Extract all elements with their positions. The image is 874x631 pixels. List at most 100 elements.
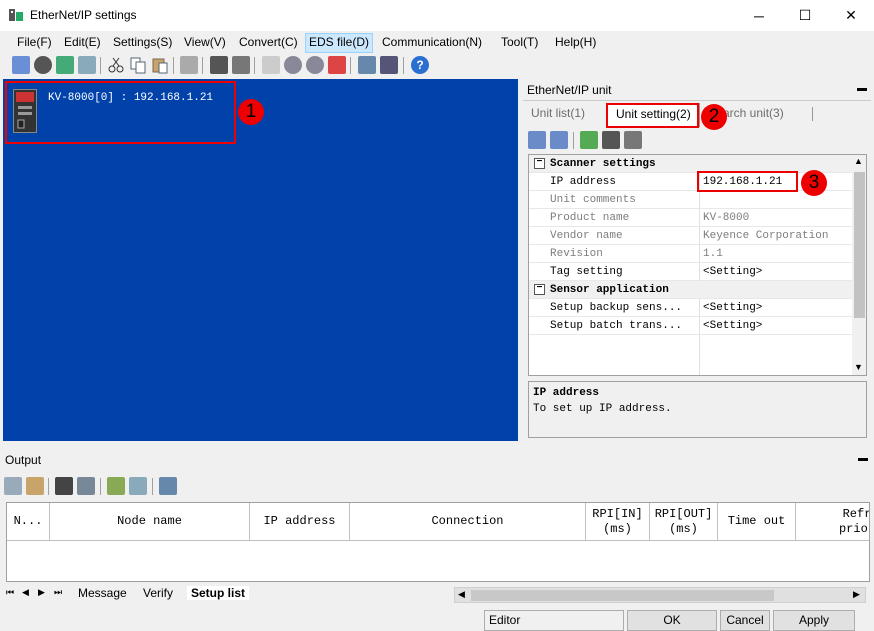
- column-rpi-out[interactable]: RPI[OUT] (ms): [650, 503, 718, 541]
- menu-bar: File(F) Edit(E) Settings(S) View(V) Conv…: [0, 31, 874, 53]
- output-toolbar: [0, 474, 874, 498]
- output-title: Output: [5, 453, 42, 467]
- property-row-tag-setting[interactable]: Tag setting <Setting>: [529, 263, 853, 281]
- network-icon[interactable]: [12, 56, 30, 74]
- menu-help[interactable]: Help(H): [552, 34, 599, 52]
- close-button[interactable]: ✕: [828, 0, 874, 31]
- minimize-button[interactable]: ─: [736, 0, 782, 31]
- main-toolbar: ?: [0, 53, 874, 79]
- csv-icon[interactable]: [129, 477, 147, 495]
- unit-icon[interactable]: [56, 56, 74, 74]
- callout-3: 3: [801, 170, 827, 196]
- property-row-vendor-name: Vendor name Keyence Corporation: [529, 227, 853, 245]
- property-row-unit-comments: Unit comments: [529, 191, 853, 209]
- paste-icon-2[interactable]: [26, 477, 44, 495]
- column-connection[interactable]: Connection: [350, 503, 586, 541]
- horizontal-scrollbar[interactable]: ◀ ▶: [454, 587, 866, 603]
- next-tab-icon[interactable]: ▶: [38, 587, 45, 598]
- scroll-down-icon[interactable]: ▼: [854, 362, 863, 372]
- unit-panel-title: EtherNet/IP unit: [527, 83, 612, 97]
- scrollbar-thumb[interactable]: [854, 172, 865, 318]
- collapse-icon[interactable]: −: [534, 284, 545, 295]
- paste-icon[interactable]: [151, 56, 169, 74]
- monitor-icon[interactable]: [78, 56, 96, 74]
- prev-tab-icon[interactable]: ◀: [22, 587, 29, 598]
- maximize-button[interactable]: ☐: [782, 0, 828, 31]
- tool-icon[interactable]: [380, 56, 398, 74]
- menu-eds-file[interactable]: EDS file(D): [305, 33, 374, 53]
- column-refresh-priority[interactable]: Refr prior: [796, 503, 869, 541]
- export-icon[interactable]: [107, 477, 125, 495]
- scroll-up-icon[interactable]: ▲: [854, 156, 863, 166]
- find-icon[interactable]: [55, 477, 73, 495]
- highlight-box-tab: [606, 103, 699, 128]
- cut-icon[interactable]: [107, 56, 125, 74]
- window-title: EtherNet/IP settings: [30, 8, 137, 22]
- column-node-name[interactable]: Node name: [50, 503, 250, 541]
- scroll-right-icon[interactable]: ▶: [853, 589, 860, 600]
- column-number[interactable]: N...: [7, 503, 50, 541]
- property-row-setup-backup[interactable]: Setup backup sens... <Setting>: [529, 299, 853, 317]
- sd-icon[interactable]: [602, 131, 620, 149]
- delete-icon[interactable]: [180, 56, 198, 74]
- column-rpi-in[interactable]: RPI[IN] (ms): [586, 503, 650, 541]
- highlight-box-ip: [697, 171, 798, 192]
- transfer-icon-2[interactable]: [624, 131, 642, 149]
- categorize-icon[interactable]: [528, 131, 546, 149]
- property-description: IP address To set up IP address.: [528, 381, 867, 438]
- setup-list-table: N... Node name IP address Connection RPI…: [6, 502, 870, 582]
- sort-icon[interactable]: [550, 131, 568, 149]
- menu-settings[interactable]: Settings(S): [110, 34, 175, 52]
- tab-search-unit[interactable]: arch unit(3): [723, 106, 784, 120]
- last-tab-icon[interactable]: ⏭: [54, 587, 62, 598]
- category-sensor-application[interactable]: − Sensor application: [529, 281, 853, 299]
- online-icon[interactable]: [262, 56, 280, 74]
- apply-button[interactable]: Apply: [773, 610, 855, 631]
- search-icon[interactable]: [358, 56, 376, 74]
- property-toolbar: [523, 128, 871, 152]
- column-time-out[interactable]: Time out: [718, 503, 796, 541]
- device-icon[interactable]: [34, 56, 52, 74]
- menu-file[interactable]: File(F): [14, 34, 55, 52]
- callout-1: 1: [238, 99, 264, 125]
- mode-indicator: Editor: [484, 610, 624, 631]
- property-row-revision: Revision 1.1: [529, 245, 853, 263]
- description-text: To set up IP address.: [533, 403, 672, 415]
- property-row-product-name: Product name KV-8000: [529, 209, 853, 227]
- pin-icon[interactable]: ▬: [857, 83, 867, 94]
- menu-view[interactable]: View(V): [181, 34, 229, 52]
- app-icon: [8, 7, 24, 23]
- verify-icon[interactable]: [328, 56, 346, 74]
- category-scanner-settings[interactable]: − Scanner settings: [529, 155, 853, 173]
- menu-convert[interactable]: Convert(C): [236, 34, 301, 52]
- tab-message[interactable]: Message: [78, 586, 127, 600]
- table-icon[interactable]: [159, 477, 177, 495]
- first-tab-icon[interactable]: ⏮: [6, 587, 14, 598]
- sd-card-icon[interactable]: [210, 56, 228, 74]
- copy-icon[interactable]: [129, 56, 147, 74]
- output-pin-icon[interactable]: ▬: [858, 453, 868, 464]
- help-icon[interactable]: ?: [411, 56, 429, 74]
- tab-setup-list[interactable]: Setup list: [187, 586, 250, 600]
- menu-tool[interactable]: Tool(T): [498, 34, 541, 52]
- ok-button[interactable]: OK: [627, 610, 717, 631]
- copy-icon-2[interactable]: [4, 477, 22, 495]
- read-icon[interactable]: [284, 56, 302, 74]
- menu-communication[interactable]: Communication(N): [379, 34, 485, 52]
- description-title: IP address: [533, 387, 600, 399]
- menu-edit[interactable]: Edit(E): [61, 34, 104, 52]
- tab-verify[interactable]: Verify: [143, 586, 173, 600]
- edit-icon[interactable]: [580, 131, 598, 149]
- title-bar: EtherNet/IP settings ─ ☐ ✕: [0, 0, 874, 31]
- status-bar: Editor OK Cancel Apply: [0, 608, 874, 631]
- hscroll-thumb[interactable]: [471, 590, 774, 601]
- write-icon[interactable]: [306, 56, 324, 74]
- property-row-setup-batch[interactable]: Setup batch trans... <Setting>: [529, 317, 853, 335]
- column-ip-address[interactable]: IP address: [250, 503, 350, 541]
- jump-icon[interactable]: [77, 477, 95, 495]
- transfer-icon[interactable]: [232, 56, 250, 74]
- cancel-button[interactable]: Cancel: [720, 610, 770, 631]
- collapse-icon[interactable]: −: [534, 158, 545, 169]
- scroll-left-icon[interactable]: ◀: [458, 589, 465, 600]
- tab-unit-list[interactable]: Unit list(1): [531, 106, 585, 120]
